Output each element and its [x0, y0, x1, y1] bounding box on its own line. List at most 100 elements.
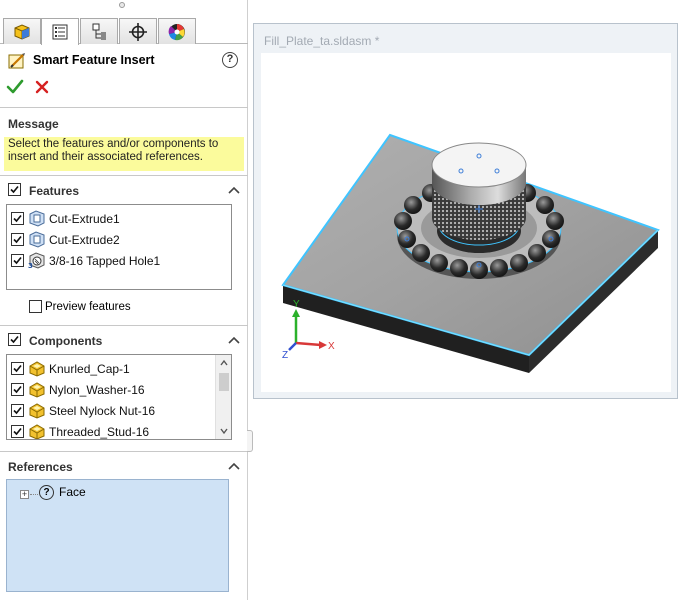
- components-section-checkbox[interactable]: [8, 333, 21, 346]
- component-checkbox[interactable]: [11, 425, 24, 438]
- components-section-header[interactable]: Components: [8, 333, 240, 349]
- configuration-manager-icon: [92, 23, 106, 40]
- feature-label: Cut-Extrude1: [49, 212, 120, 226]
- x-axis-icon: [295, 341, 322, 347]
- preview-features-label: Preview features: [45, 301, 131, 313]
- list-item[interactable]: Cut-Extrude1: [11, 208, 221, 228]
- checkmark-icon: [13, 427, 22, 436]
- list-item[interactable]: Knurled_Cap-1: [11, 358, 221, 378]
- component-label: Knurled_Cap-1: [49, 362, 130, 376]
- checkmark-icon: [13, 385, 22, 394]
- property-manager-icon: [52, 24, 68, 40]
- list-item[interactable]: Steel Nylock Nut-16: [11, 400, 221, 420]
- message-heading: Message: [8, 117, 59, 131]
- components-scrollbar[interactable]: [215, 355, 231, 439]
- component-checkbox[interactable]: [11, 362, 24, 375]
- panel-splitter-grip[interactable]: [119, 2, 125, 8]
- features-heading: Features: [29, 184, 80, 198]
- tree-expand-icon[interactable]: +: [20, 490, 29, 499]
- panel-collapse-handle[interactable]: [247, 430, 253, 452]
- property-manager-header: Smart Feature Insert ?: [8, 52, 240, 70]
- checkmark-icon: [13, 256, 22, 265]
- list-item[interactable]: 3 3/8-16 Tapped Hole1: [11, 250, 221, 270]
- svg-text:3: 3: [28, 262, 33, 269]
- tapped-hole-icon: 3: [28, 252, 45, 269]
- features-section-checkbox[interactable]: [8, 183, 21, 196]
- graphics-window: Fill_Plate_ta.sldasm * Y X Z: [253, 23, 678, 399]
- unresolved-question-icon: ?: [39, 485, 54, 500]
- help-icon[interactable]: ?: [222, 52, 238, 68]
- part-icon: [29, 424, 45, 439]
- triad-z-label: Z: [282, 350, 288, 361]
- manager-tabs: [0, 14, 248, 45]
- triad-x-label: X: [328, 341, 335, 352]
- list-item[interactable]: Threaded_Stud-16: [11, 421, 221, 439]
- tab-feature-manager[interactable]: [3, 18, 41, 44]
- reference-label[interactable]: Face: [59, 485, 86, 499]
- component-checkbox[interactable]: [11, 404, 24, 417]
- document-title: Fill_Plate_ta.sldasm *: [264, 34, 380, 48]
- ok-button[interactable]: [6, 78, 24, 96]
- feature-label: Cut-Extrude2: [49, 233, 120, 247]
- component-label: Threaded_Stud-16: [49, 425, 150, 439]
- feature-checkbox[interactable]: [11, 254, 24, 267]
- smart-feature-insert-icon: [8, 53, 25, 69]
- references-section-header[interactable]: References: [8, 459, 240, 475]
- graphics-area[interactable]: Y X Z: [261, 53, 671, 392]
- features-section-header[interactable]: Features: [8, 183, 240, 199]
- checkmark-icon: [10, 335, 19, 344]
- cut-extrude-icon: [29, 210, 45, 227]
- component-label: Nylon_Washer-16: [49, 383, 145, 397]
- assembly-model-view[interactable]: Y X Z: [261, 53, 671, 392]
- checkmark-icon: [13, 235, 22, 244]
- scrollbar-thumb[interactable]: [219, 373, 229, 391]
- references-listbox[interactable]: + ? Face: [6, 479, 229, 592]
- components-heading: Components: [29, 334, 103, 348]
- component-checkbox[interactable]: [11, 383, 24, 396]
- part-icon: [29, 403, 45, 419]
- divider: [0, 325, 248, 326]
- dimxpert-manager-icon: [129, 22, 147, 41]
- feature-checkbox[interactable]: [11, 233, 24, 246]
- knurled-cap[interactable]: [431, 142, 527, 240]
- list-item[interactable]: Nylon_Washer-16: [11, 379, 221, 399]
- scroll-down-icon[interactable]: [219, 426, 229, 436]
- divider: [0, 175, 248, 176]
- tab-configuration-manager[interactable]: [80, 18, 118, 44]
- display-manager-icon: [168, 23, 185, 40]
- tab-property-manager[interactable]: [41, 18, 79, 45]
- tab-display-manager[interactable]: [158, 18, 196, 44]
- divider: [0, 107, 248, 108]
- divider: [0, 451, 248, 452]
- tab-dimxpert-manager[interactable]: [119, 18, 157, 44]
- feature-manager-icon: [14, 23, 30, 40]
- checkmark-icon: [13, 364, 22, 373]
- feature-checkbox[interactable]: [11, 212, 24, 225]
- part-icon: [29, 382, 45, 398]
- list-item[interactable]: Cut-Extrude2: [11, 229, 221, 249]
- feature-label: 3/8-16 Tapped Hole1: [49, 254, 161, 268]
- preview-features-checkbox[interactable]: [29, 300, 42, 313]
- chevron-up-icon[interactable]: [228, 461, 240, 471]
- cut-extrude-icon: [29, 231, 45, 248]
- checkmark-icon: [13, 406, 22, 415]
- tree-connector: [30, 494, 38, 495]
- message-box: Select the features and/or components to…: [4, 137, 244, 171]
- page-title: Smart Feature Insert: [33, 53, 155, 67]
- scroll-up-icon[interactable]: [219, 358, 229, 368]
- part-icon: [29, 361, 45, 377]
- chevron-up-icon[interactable]: [228, 185, 240, 195]
- components-listbox[interactable]: Knurled_Cap-1 Nylon_Washer-16 Steel Nylo…: [6, 354, 232, 440]
- checkmark-icon: [13, 214, 22, 223]
- z-axis-icon: [288, 342, 297, 351]
- message-section-header: Message: [8, 116, 240, 132]
- cap-top-face: [431, 142, 527, 188]
- references-heading: References: [8, 460, 73, 474]
- triad-y-label: Y: [293, 299, 300, 310]
- features-listbox[interactable]: Cut-Extrude1 Cut-Extrude2 3 3/8-16 Tappe…: [6, 204, 232, 290]
- cancel-button[interactable]: [33, 78, 51, 96]
- checkmark-icon: [10, 185, 19, 194]
- property-manager-panel: Smart Feature Insert ? Message Select th…: [0, 0, 248, 600]
- chevron-up-icon[interactable]: [228, 335, 240, 345]
- component-label: Steel Nylock Nut-16: [49, 404, 156, 418]
